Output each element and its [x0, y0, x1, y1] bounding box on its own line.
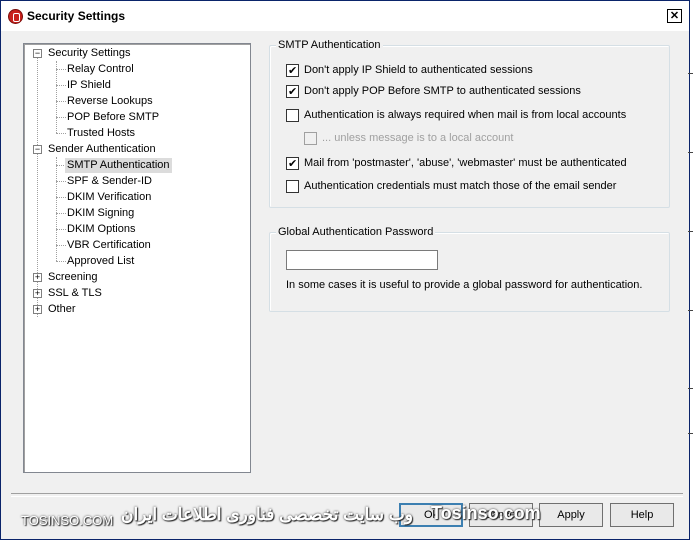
watermark-persian: وب سایت تخصصی فناوری اطلاعات ایران — [121, 505, 413, 524]
tree-item-other[interactable]: Other — [46, 302, 78, 317]
tree-item-reverse-lookups[interactable]: Reverse Lookups — [65, 94, 155, 109]
tree-item-dkim-options[interactable]: DKIM Options — [65, 222, 137, 237]
tree-item-vbr-certification[interactable]: VBR Certification — [65, 238, 153, 253]
edge-tick — [688, 388, 693, 389]
title-bar: Security Settings ✕ — [1, 1, 689, 31]
option-label: Mail from 'postmaster', 'abuse', 'webmas… — [304, 157, 627, 169]
expand-screening-icon[interactable]: + — [33, 273, 42, 282]
security-settings-window: Security Settings ✕ − Security Settings … — [0, 0, 690, 540]
edge-tick — [688, 152, 693, 153]
cancel-button[interactable]: Cancel — [469, 503, 533, 527]
window-title: Security Settings — [27, 9, 126, 23]
watermark-left: TOSINSO.COM — [21, 513, 114, 528]
tree-item-approved-list[interactable]: Approved List — [65, 254, 136, 269]
checkbox — [304, 132, 317, 145]
separator — [11, 493, 683, 497]
settings-tree[interactable]: − Security Settings Relay Control IP Shi… — [23, 43, 251, 473]
apply-button[interactable]: Apply — [539, 503, 603, 527]
global-password-input[interactable] — [286, 250, 438, 270]
collapse-sender-authentication-icon[interactable]: − — [33, 145, 42, 154]
checkbox[interactable] — [286, 63, 299, 79]
edge-tick — [688, 433, 693, 434]
collapse-security-settings-icon[interactable]: − — [33, 49, 42, 58]
tree-item-relay-control[interactable]: Relay Control — [65, 62, 136, 77]
tree-item-ip-shield[interactable]: IP Shield — [65, 78, 113, 93]
global-password-group — [269, 232, 670, 312]
smtp-authentication-group-title: SMTP Authentication — [276, 39, 383, 51]
tree-item-security-settings[interactable]: Security Settings — [46, 46, 133, 61]
tree-item-sender-authentication[interactable]: Sender Authentication — [46, 142, 158, 157]
tree-item-ssl-tls[interactable]: SSL & TLS — [46, 286, 104, 301]
tree-item-dkim-signing[interactable]: DKIM Signing — [65, 206, 136, 221]
expand-ssl-tls-icon[interactable]: + — [33, 289, 42, 298]
app-icon — [8, 9, 23, 24]
checkbox[interactable] — [286, 180, 299, 193]
help-button[interactable]: Help — [610, 503, 674, 527]
expand-other-icon[interactable]: + — [33, 305, 42, 314]
tree-item-screening[interactable]: Screening — [46, 270, 100, 285]
tree-item-pop-before-smtp[interactable]: POP Before SMTP — [65, 110, 161, 125]
option-label: Authentication credentials must match th… — [304, 180, 617, 192]
edge-tick — [688, 310, 693, 311]
tree-item-trusted-hosts[interactable]: Trusted Hosts — [65, 126, 137, 141]
global-password-description: In some cases it is useful to provide a … — [286, 279, 643, 291]
global-password-group-title: Global Authentication Password — [276, 226, 436, 238]
option-label: ... unless message is to a local account — [322, 132, 514, 144]
option-label: Don't apply IP Shield to authenticated s… — [304, 64, 533, 76]
ok-button[interactable]: Ok — [399, 503, 463, 527]
tree-line — [56, 61, 57, 133]
checkbox[interactable] — [286, 156, 299, 172]
tree-item-spf-sender-id[interactable]: SPF & Sender-ID — [65, 174, 154, 189]
option-label: Don't apply POP Before SMTP to authentic… — [304, 85, 581, 97]
option-label: Authentication is always required when m… — [304, 109, 627, 121]
checkbox[interactable] — [286, 109, 299, 122]
close-button[interactable]: ✕ — [667, 9, 682, 23]
edge-tick — [688, 73, 693, 74]
checkbox[interactable] — [286, 84, 299, 100]
tree-item-smtp-authentication[interactable]: SMTP Authentication — [65, 158, 172, 173]
edge-tick — [688, 231, 693, 232]
tree-item-dkim-verification[interactable]: DKIM Verification — [65, 190, 153, 205]
